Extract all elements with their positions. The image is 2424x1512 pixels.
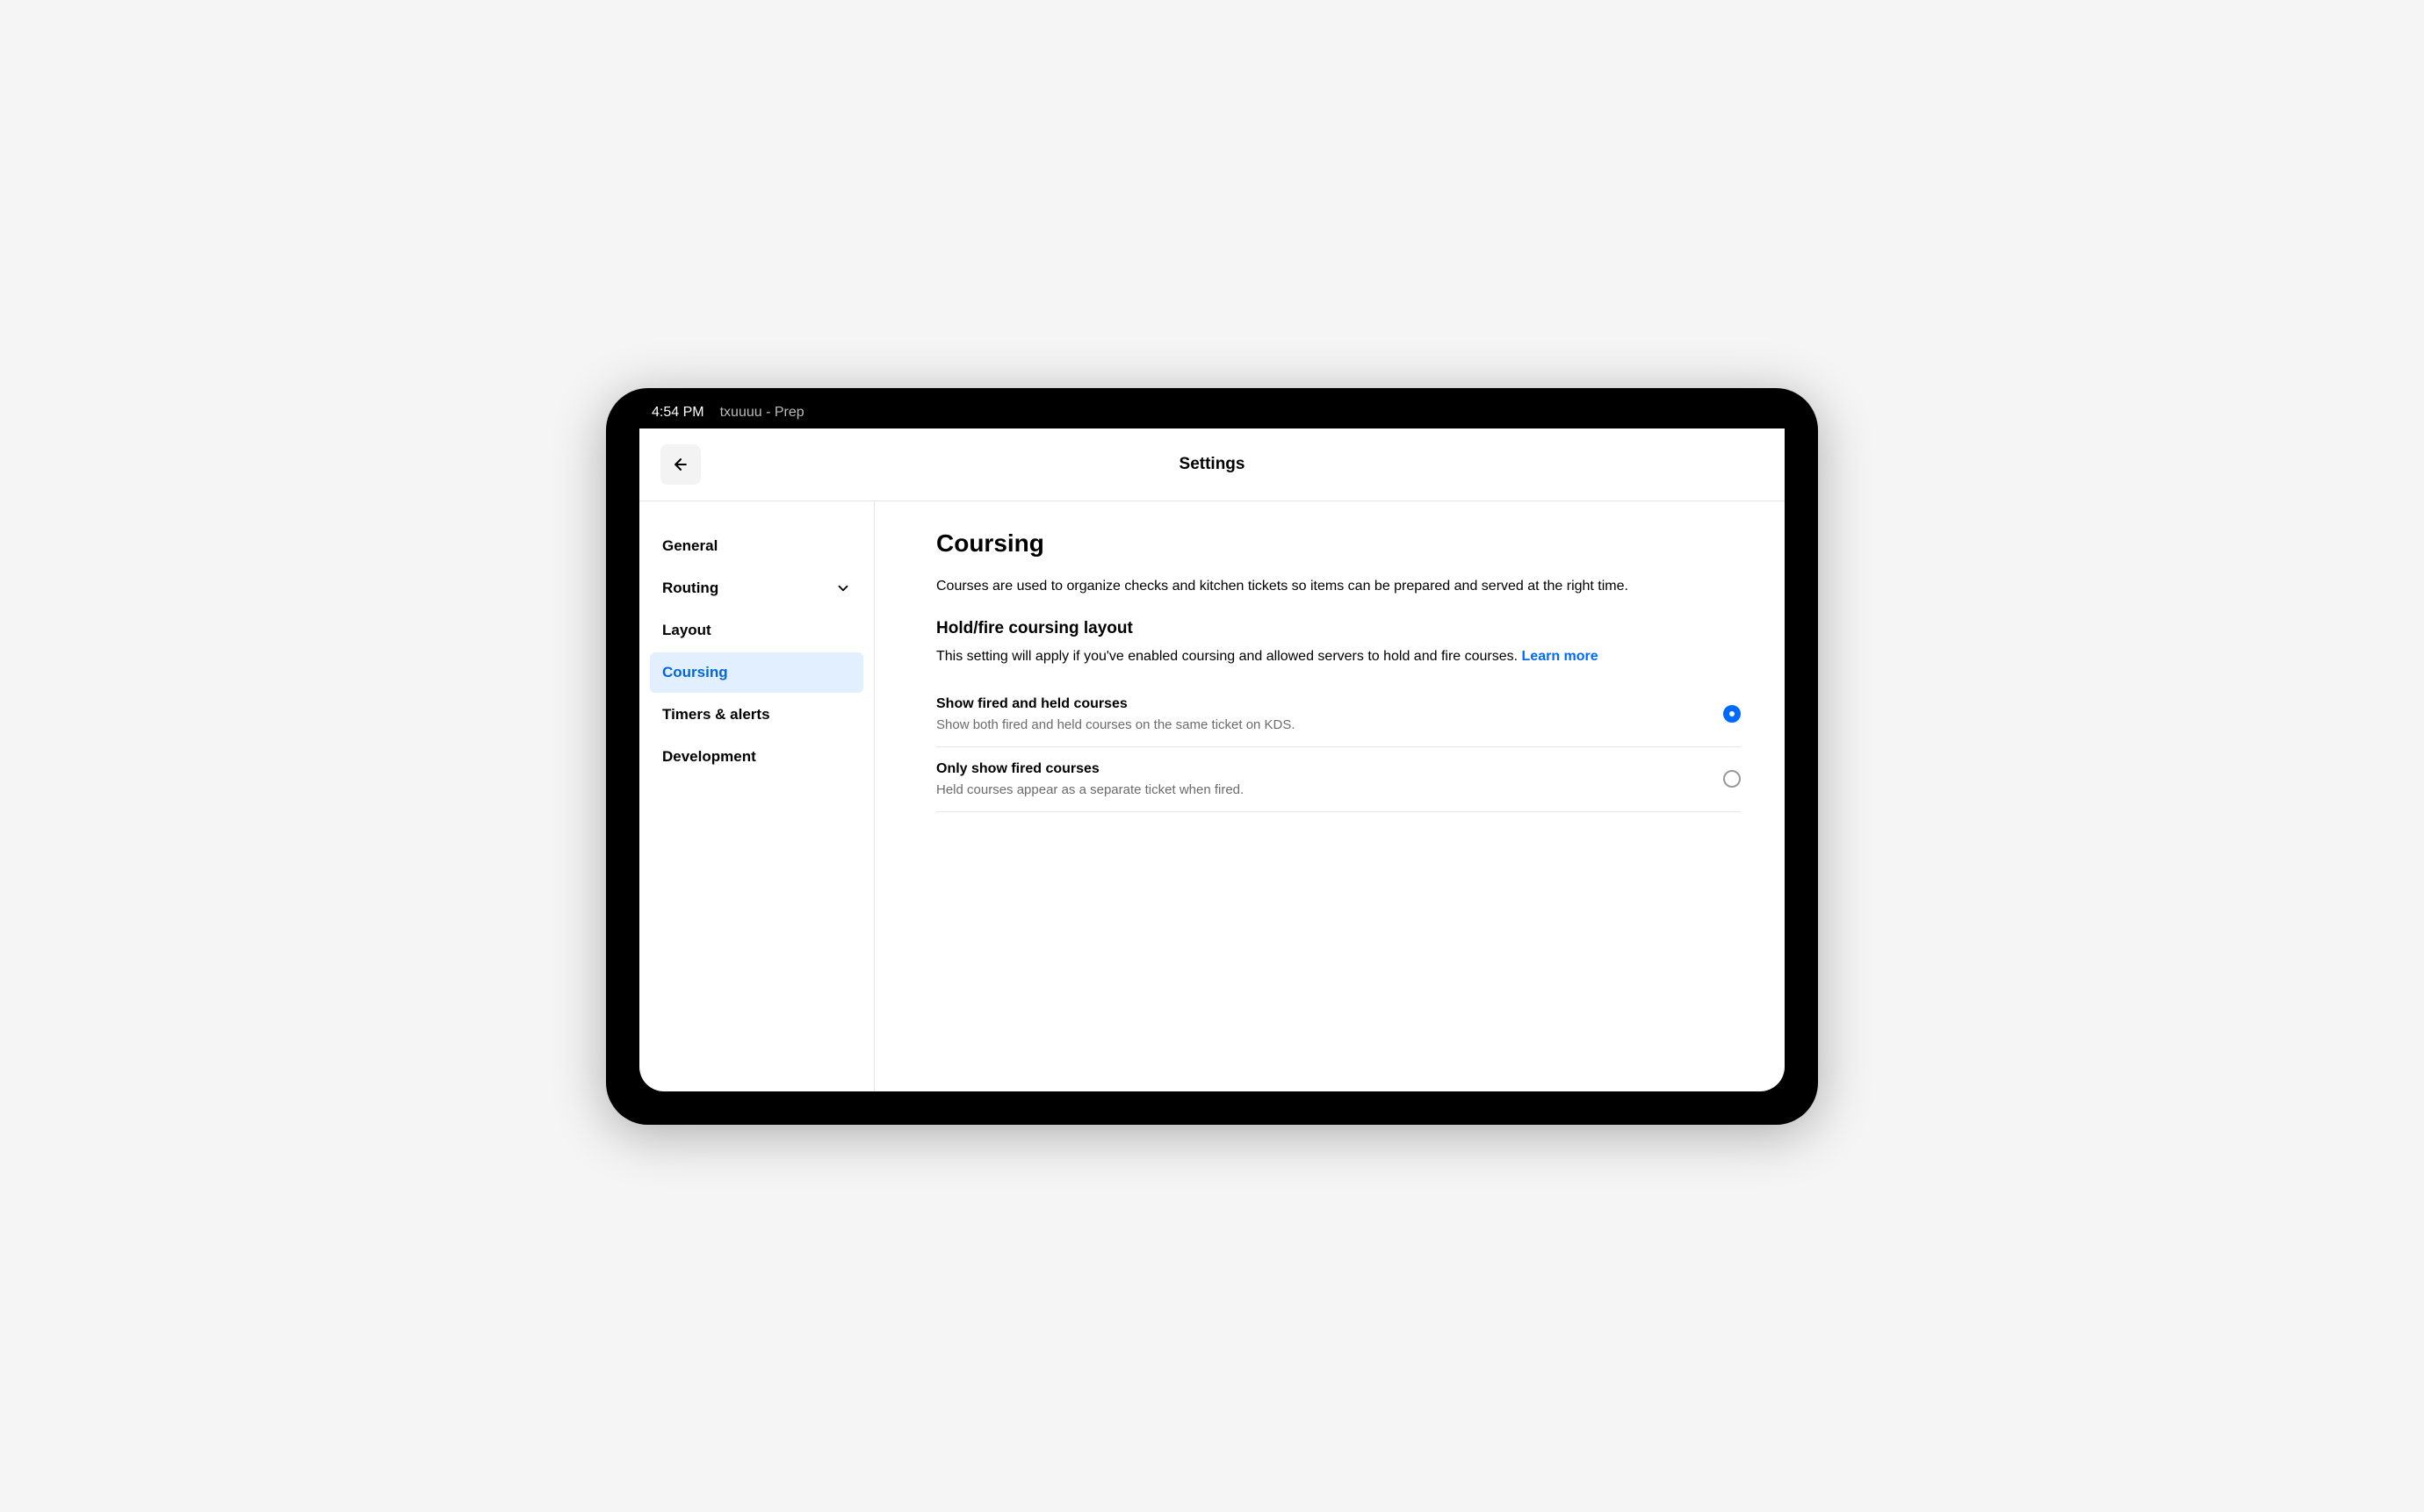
section-heading: Hold/fire coursing layout xyxy=(936,619,1741,638)
app-content: Settings General Routing Layo xyxy=(639,428,1785,1091)
content-description: Courses are used to organize checks and … xyxy=(936,577,1741,596)
status-bar: 4:54 PM txuuuu - Prep xyxy=(639,397,1785,428)
tablet-frame: 4:54 PM txuuuu - Prep Settings xyxy=(606,388,1818,1125)
status-app-label: txuuuu - Prep xyxy=(720,405,804,421)
radio-show-fired-and-held[interactable] xyxy=(1723,705,1741,723)
arrow-left-icon xyxy=(672,456,689,473)
section-description-text: This setting will apply if you've enable… xyxy=(936,649,1522,664)
radio-only-show-fired[interactable] xyxy=(1723,770,1741,788)
learn-more-link[interactable]: Learn more xyxy=(1522,649,1598,664)
option-only-show-fired[interactable]: Only show fired courses Held courses app… xyxy=(936,747,1741,812)
content-heading: Coursing xyxy=(936,529,1741,558)
back-button[interactable] xyxy=(660,444,701,485)
sidebar-item-label: Coursing xyxy=(662,664,728,681)
sidebar-item-label: General xyxy=(662,537,718,555)
sidebar-item-general[interactable]: General xyxy=(650,526,863,566)
chevron-down-icon xyxy=(835,580,851,596)
option-subtitle: Held courses appear as a separate ticket… xyxy=(936,782,1706,797)
sidebar-item-timers-alerts[interactable]: Timers & alerts xyxy=(650,695,863,735)
section-description: This setting will apply if you've enable… xyxy=(936,649,1741,665)
body-layout: General Routing Layout Coursing xyxy=(639,501,1785,1091)
sidebar-item-label: Routing xyxy=(662,580,718,597)
option-subtitle: Show both fired and held courses on the … xyxy=(936,717,1706,732)
option-title: Only show fired courses xyxy=(936,761,1706,777)
sidebar-item-routing[interactable]: Routing xyxy=(650,568,863,608)
option-show-fired-and-held[interactable]: Show fired and held courses Show both fi… xyxy=(936,682,1741,747)
sidebar: General Routing Layout Coursing xyxy=(639,501,875,1091)
option-title: Show fired and held courses xyxy=(936,696,1706,712)
tablet-screen: 4:54 PM txuuuu - Prep Settings xyxy=(639,397,1785,1091)
option-text: Only show fired courses Held courses app… xyxy=(936,761,1706,797)
status-time: 4:54 PM xyxy=(652,405,704,421)
main-content: Coursing Courses are used to organize ch… xyxy=(875,501,1785,1091)
sidebar-item-layout[interactable]: Layout xyxy=(650,610,863,651)
option-text: Show fired and held courses Show both fi… xyxy=(936,696,1706,732)
sidebar-item-development[interactable]: Development xyxy=(650,737,863,777)
sidebar-item-coursing[interactable]: Coursing xyxy=(650,652,863,693)
sidebar-item-label: Timers & alerts xyxy=(662,706,770,724)
sidebar-item-label: Layout xyxy=(662,622,711,639)
page-title: Settings xyxy=(1180,455,1245,474)
app-header: Settings xyxy=(639,428,1785,501)
sidebar-item-label: Development xyxy=(662,748,756,766)
